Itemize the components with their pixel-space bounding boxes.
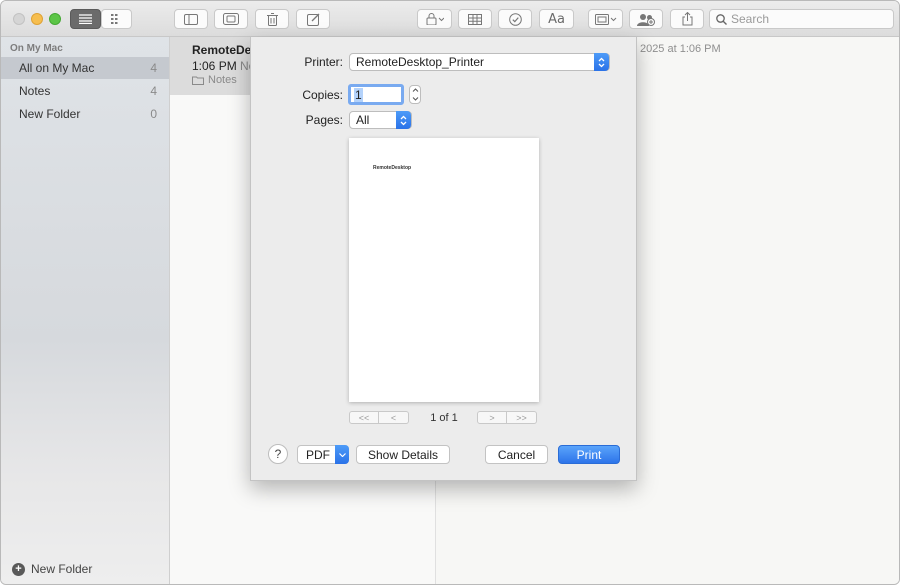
sidebar-item-label: Notes — [19, 84, 51, 98]
table-button[interactable] — [458, 9, 492, 29]
chevron-down-icon — [335, 445, 349, 464]
plus-circle-icon: + — [12, 562, 25, 576]
media-button[interactable] — [588, 9, 623, 29]
gallery-view-button[interactable] — [101, 9, 132, 29]
copies-stepper[interactable] — [409, 85, 421, 104]
pages-value: All — [356, 113, 370, 127]
sidebar: On My Mac All on My Mac 4 Notes 4 New Fo… — [1, 37, 170, 584]
sidebar-item-label: New Folder — [19, 107, 81, 121]
print-dialog: Printer: RemoteDesktop_Printer Copies: 1… — [250, 37, 637, 481]
attachments-icon — [223, 13, 239, 25]
pages-label: Pages: — [305, 113, 343, 127]
first-page-button[interactable]: << — [349, 411, 379, 424]
zoom-window-button[interactable] — [49, 13, 61, 25]
checklist-button[interactable] — [498, 9, 532, 29]
new-note-button[interactable] — [296, 9, 330, 29]
chevron-down-icon — [412, 96, 418, 101]
note-time: 1:06 PM — [192, 59, 237, 73]
close-window-button[interactable] — [13, 13, 25, 25]
search-field[interactable] — [709, 9, 894, 29]
attachments-button[interactable] — [214, 9, 248, 29]
pages-select[interactable]: All — [349, 111, 412, 129]
note-title: RemoteDe — [192, 43, 252, 57]
search-input[interactable] — [731, 12, 881, 26]
printer-label: Printer: — [304, 55, 343, 69]
sidebar-section-header: On My Mac — [10, 43, 63, 54]
new-folder-label: New Folder — [31, 562, 93, 576]
pager-back-group: << < — [349, 411, 409, 424]
print-button[interactable]: Print — [558, 445, 620, 464]
print-preview: RemoteDesktop — [349, 138, 539, 402]
delete-note-button[interactable] — [255, 9, 289, 29]
list-view-button[interactable] — [70, 9, 101, 29]
chevron-up-icon — [412, 88, 418, 93]
add-people-icon — [637, 13, 655, 26]
next-page-button[interactable]: > — [477, 411, 507, 424]
gallery-view-icon — [111, 14, 118, 24]
page-count: 1 of 1 — [430, 412, 458, 424]
sidebar-icon — [184, 13, 198, 25]
folder-icon — [192, 76, 204, 85]
sidebar-item-count: 0 — [150, 107, 157, 121]
note-folder: Notes — [192, 74, 237, 86]
minimize-window-button[interactable] — [31, 13, 43, 25]
toolbar: Aa — [1, 1, 899, 37]
share-button[interactable] — [670, 9, 704, 29]
table-icon — [468, 13, 482, 25]
updown-arrows-icon — [594, 53, 609, 71]
format-label: Aa — [548, 11, 565, 27]
cancel-button[interactable]: Cancel — [485, 445, 548, 464]
lock-button[interactable] — [417, 9, 452, 29]
sidebar-item-notes[interactable]: Notes 4 — [1, 80, 169, 102]
notes-window: Aa On My Mac All on My Mac 4 Notes 4 New… — [0, 0, 900, 585]
share-icon — [682, 12, 692, 26]
updown-arrows-icon — [396, 111, 411, 129]
checkmark-circle-icon — [508, 12, 522, 26]
photo-icon — [594, 14, 616, 25]
sidebar-item-count: 4 — [150, 84, 157, 98]
sidebar-item-new-folder[interactable]: New Folder 0 — [1, 103, 169, 125]
sidebar-item-label: All on My Mac — [19, 61, 95, 75]
new-folder-button[interactable]: + New Folder — [12, 562, 92, 576]
format-button[interactable]: Aa — [539, 9, 574, 29]
copies-label: Copies: — [302, 88, 343, 102]
help-button[interactable]: ? — [268, 444, 288, 464]
pdf-menu-button[interactable]: PDF — [297, 445, 349, 464]
printer-select[interactable]: RemoteDesktop_Printer — [349, 53, 610, 71]
trash-icon — [266, 12, 278, 26]
last-page-button[interactable]: >> — [507, 411, 537, 424]
printer-value: RemoteDesktop_Printer — [356, 55, 485, 69]
sidebar-item-all-on-my-mac[interactable]: All on My Mac 4 — [1, 57, 169, 79]
search-icon — [716, 13, 727, 25]
list-view-icon — [79, 14, 92, 24]
toggle-sidebar-button[interactable] — [174, 9, 208, 29]
collaborate-button[interactable] — [629, 9, 663, 29]
pager-forward-group: > >> — [477, 411, 537, 424]
note-folder-label: Notes — [208, 74, 237, 86]
pdf-label: PDF — [306, 447, 330, 462]
copies-input[interactable]: 1 — [348, 84, 404, 105]
sidebar-item-count: 4 — [150, 61, 157, 75]
lock-icon — [426, 13, 444, 25]
previous-page-button[interactable]: < — [379, 411, 409, 424]
copies-value: 1 — [354, 87, 363, 102]
compose-icon — [306, 13, 319, 26]
preview-text: RemoteDesktop — [373, 165, 412, 171]
show-details-button[interactable]: Show Details — [356, 445, 450, 464]
